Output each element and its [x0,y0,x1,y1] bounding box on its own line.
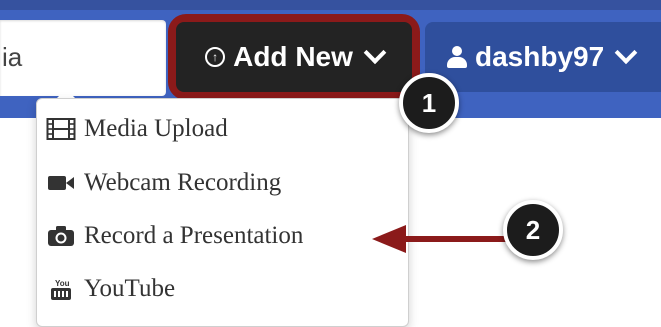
callout-arrow [372,225,510,253]
menu-item-label: Webcam Recording [84,169,282,196]
menu-item-label: YouTube [84,275,176,302]
menu-item-media-upload[interactable]: Media Upload [46,115,228,143]
chevron-down-icon [363,41,387,65]
video-camera-icon [46,171,76,195]
screenshot-stage: ↑ Add New dashby97 [0,0,661,327]
add-new-label: Add New [233,41,353,72]
menu-item-webcam-recording[interactable]: Webcam Recording [46,169,281,197]
user-name-label: dashby97 [475,41,605,72]
topbar-shade [0,0,661,10]
search-input[interactable] [2,42,152,73]
menu-item-label: Record a Presentation [84,222,304,249]
step-callout-1: 1 [399,73,459,133]
search-box [0,20,166,96]
callout-number: 2 [525,214,541,245]
menu-item-record-presentation[interactable]: Record a Presentation [46,222,303,250]
circle-arrow-up-icon: ↑ [205,47,226,67]
camera-icon [46,224,76,248]
svg-text:You: You [55,279,70,288]
step-callout-2: 2 [503,200,563,260]
menu-item-label: Media Upload [84,115,228,142]
menu-item-youtube[interactable]: You YouTube [46,275,175,303]
youtube-icon: You [46,277,76,301]
callout-number: 1 [421,87,437,118]
user-menu-button[interactable]: dashby97 [425,22,661,92]
chevron-down-icon [614,41,638,65]
film-icon [46,117,76,141]
add-new-button[interactable]: ↑ Add New [176,22,412,92]
user-icon [447,46,467,68]
